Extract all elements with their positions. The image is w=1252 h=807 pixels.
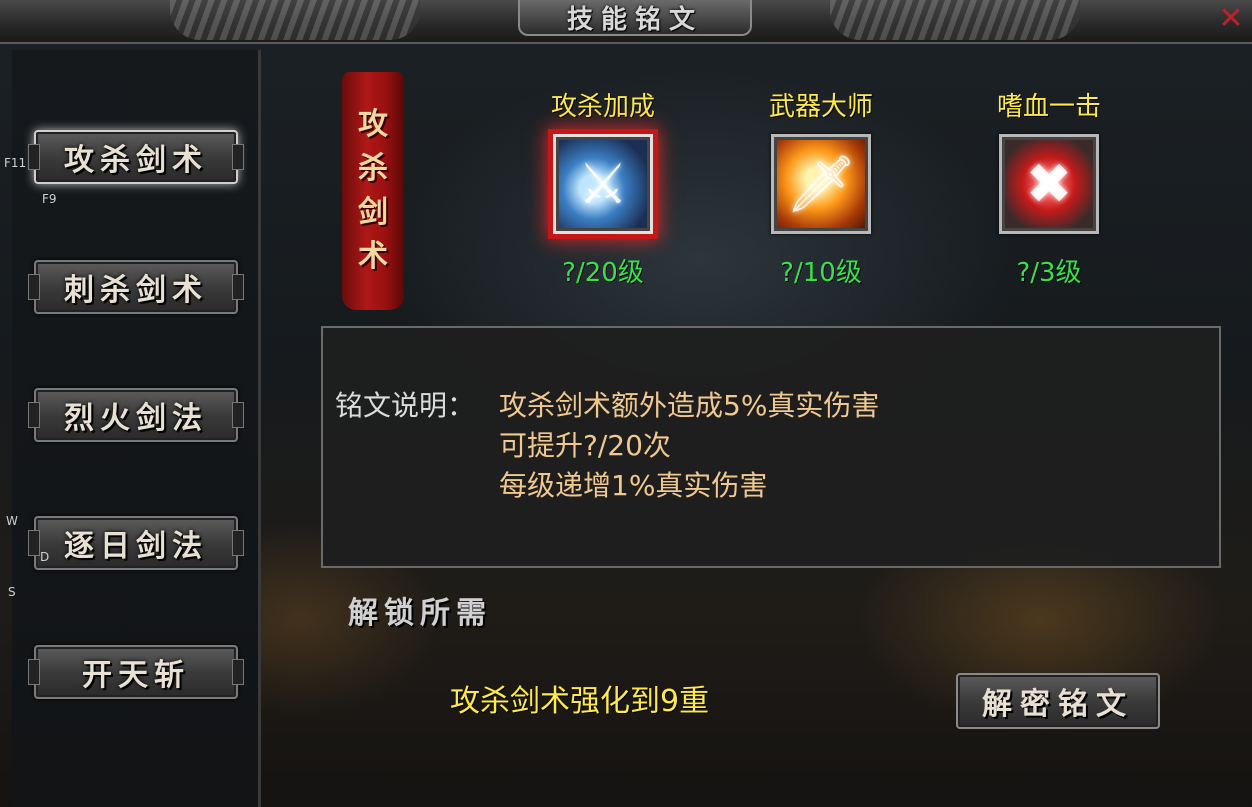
inscription-name: 武器大师 [768,92,873,122]
inscription-slot-bloodthirst: 嗜血一击 ✖ ?/3级 [949,86,1149,289]
inscription-level: ?/20级 [562,258,644,288]
decode-inscription-button[interactable]: 解密铭文 [956,673,1160,729]
banner-char: 术 [358,239,388,274]
hotkey-label: D [40,550,50,564]
hotkey-label: S [8,585,16,599]
title-bar: 技能铭文 ✕ [0,0,1252,44]
sidebar-item-cisha[interactable]: 刺杀剑术 [28,260,244,314]
inscription-name: 嗜血一击 [996,92,1101,122]
inscription-slot-gongsha-bonus: 攻杀加成 ⚔ ?/20级 [503,86,703,289]
description-label: 铭文说明： [335,389,476,422]
hotkey-label: F9 [42,192,57,206]
sidebar-item-zhuri[interactable]: 逐日剑法 [28,516,244,570]
unlock-title: 解锁所需 [348,596,492,631]
title-plate: 技能铭文 [518,0,752,36]
skill-banner: 攻 杀 剑 术 [342,72,404,310]
dragon-ornament-right-icon [830,0,1080,40]
unlock-requirement: 攻杀剑术强化到9重 [450,684,710,719]
description-line: 攻杀剑术额外造成5%真实伤害 [499,389,880,422]
description-line: 每级递增1%真实伤害 [499,469,768,502]
banner-char: 杀 [358,151,388,186]
description-line: 可提升?/20次 [499,429,671,462]
decode-button-label: 解密铭文 [982,687,1134,722]
hotkey-label: W [6,514,18,528]
hotkey-label: F11 [4,156,27,170]
inscription-level: ?/3级 [1016,258,1082,288]
flaming-sword-icon[interactable]: 🗡 [771,134,871,234]
blue-blade-icon[interactable]: ⚔ [553,134,653,234]
description-panel: 铭文说明： 攻杀剑术额外造成5%真实伤害 可提升?/20次 每级递增1%真实伤害 [321,326,1221,568]
sidebar-item-label: 逐日剑法 [64,529,208,564]
window-title: 技能铭文 [566,4,703,35]
sidebar-item-gongsha[interactable]: 攻杀剑术 [28,130,244,184]
sidebar-item-kaitian[interactable]: 开天斩 [28,645,244,699]
inscription-level: ?/10级 [780,258,862,288]
close-icon[interactable]: ✕ [1216,2,1246,36]
sidebar-item-label: 攻杀剑术 [64,143,208,178]
sidebar-item-label: 开天斩 [82,658,190,693]
game-window: 技能铭文 ✕ 攻杀剑术 刺杀剑术 烈火剑法 逐日剑法 开天斩 F11 F9 W … [0,0,1252,807]
sidebar-item-label: 烈火剑法 [64,401,208,436]
inscription-name: 攻杀加成 [550,92,655,122]
blood-strike-icon[interactable]: ✖ [999,134,1099,234]
banner-char: 攻 [358,107,388,142]
skill-sidebar: 攻杀剑术 刺杀剑术 烈火剑法 逐日剑法 开天斩 [12,50,261,807]
sidebar-item-label: 刺杀剑术 [64,273,208,308]
dragon-ornament-left-icon [170,0,420,40]
inscription-slot-weapon-master: 武器大师 🗡 ?/10级 [721,86,921,289]
banner-char: 剑 [358,195,388,230]
sidebar-item-liehuo[interactable]: 烈火剑法 [28,388,244,442]
